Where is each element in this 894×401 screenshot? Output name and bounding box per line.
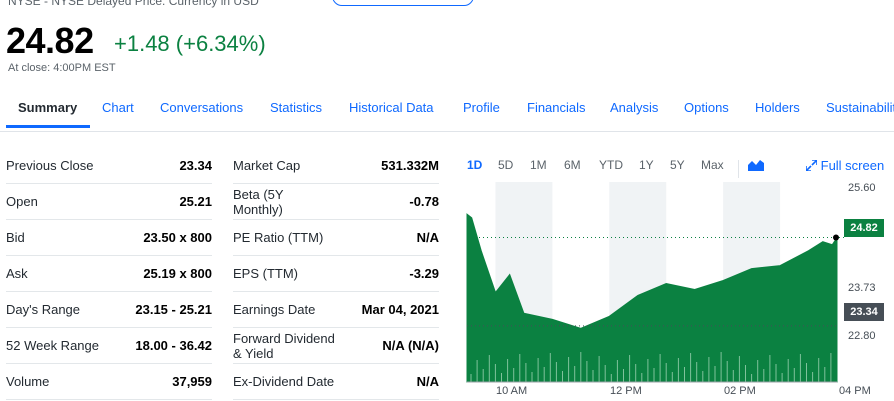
current-price-tag: 24.82 — [844, 219, 884, 237]
stat-value: N/A — [416, 374, 439, 389]
stat-label: Ex-Dividend Date — [233, 374, 335, 389]
stat-label: Forward Dividend & Yield — [233, 330, 335, 361]
x-tick-label: 10 AM — [496, 385, 528, 397]
stat-row-market-cap: Market Cap 531.332M — [233, 148, 439, 184]
stat-value: 23.50 x 800 — [143, 230, 212, 245]
tab-analysis[interactable]: Analysis — [610, 100, 658, 115]
stat-row-ex-dividend-date: Ex-Dividend Date N/A — [233, 364, 439, 400]
stat-value: N/A (N/A) — [382, 338, 439, 353]
x-tick-label: 02 PM — [724, 385, 756, 397]
stat-label: Earnings Date — [233, 302, 316, 317]
stat-value: -0.78 — [409, 194, 439, 209]
tab-historical-data[interactable]: Historical Data — [349, 100, 434, 115]
stat-row-eps: EPS (TTM) -3.29 — [233, 256, 439, 292]
stat-row-earnings-date: Earnings Date Mar 04, 2021 — [233, 292, 439, 328]
tab-statistics[interactable]: Statistics — [270, 100, 322, 115]
stat-value: N/A — [416, 230, 439, 245]
price-chart-panel: 1D 5D 1M 6M YTD 1Y 5Y Max Full screen 25… — [464, 152, 894, 401]
stat-row-bid: Bid 23.50 x 800 — [6, 220, 212, 256]
stat-label: Volume — [6, 374, 50, 389]
active-tab-indicator — [6, 125, 90, 128]
price-change: +1.48 (+6.34%) — [114, 31, 266, 56]
stat-row-forward-dividend: Forward Dividend & Yield N/A (N/A) — [233, 328, 439, 364]
exchange-note: NYSE - NYSE Delayed Price. Currency in U… — [8, 0, 259, 8]
stat-value: 23.34 — [179, 158, 212, 173]
stat-label: Market Cap — [233, 158, 301, 173]
stat-label: Beta (5Y Monthly) — [233, 186, 284, 217]
stat-label: Previous Close — [6, 158, 94, 173]
tab-chart[interactable]: Chart — [102, 100, 134, 115]
current-price-marker — [833, 234, 839, 241]
quote-nav-tabs: Summary Chart Conversations Statistics H… — [0, 96, 894, 132]
stat-row-pe-ratio: PE Ratio (TTM) N/A — [233, 220, 439, 256]
intraday-price-chart — [466, 182, 846, 383]
stat-row-ask: Ask 25.19 x 800 — [6, 256, 212, 292]
stat-value: 25.19 x 800 — [143, 266, 212, 281]
stock-price: 24.82 — [6, 20, 94, 61]
stat-row-beta: Beta (5Y Monthly) -0.78 — [233, 184, 439, 220]
stats-table-right: Market Cap 531.332M Beta (5Y Monthly) -0.7… — [233, 148, 439, 400]
stat-row-days-range: Day's Range 23.15 - 25.21 — [6, 292, 212, 328]
stat-value: 18.00 - 36.42 — [135, 338, 212, 353]
tab-options[interactable]: Options — [684, 100, 729, 115]
stat-value: 23.15 - 25.21 — [135, 302, 212, 317]
y-tick-label: 25.60 — [848, 182, 876, 194]
stat-row-52-week-range: 52 Week Range 18.00 - 36.42 — [6, 328, 212, 364]
stat-label: Open — [6, 194, 38, 209]
tab-holders[interactable]: Holders — [755, 100, 800, 115]
tab-summary[interactable]: Summary — [18, 100, 77, 115]
tab-profile[interactable]: Profile — [463, 100, 500, 115]
stat-label: Bid — [6, 230, 25, 245]
stat-row-open: Open 25.21 — [6, 184, 212, 220]
y-tick-label: 23.73 — [848, 282, 876, 294]
close-time-note: At close: 4:00PM EST — [8, 62, 116, 74]
stat-row-previous-close: Previous Close 23.34 — [6, 148, 212, 184]
y-tick-label: 22.80 — [848, 330, 876, 342]
x-tick-label: 04 PM — [839, 385, 871, 397]
tab-financials[interactable]: Financials — [527, 100, 586, 115]
stat-label: Day's Range — [6, 302, 81, 317]
tab-conversations[interactable]: Conversations — [160, 100, 243, 115]
stat-value: -3.29 — [409, 266, 439, 281]
stat-label: EPS (TTM) — [233, 266, 298, 281]
stat-value: 25.21 — [179, 194, 212, 209]
stat-value: Mar 04, 2021 — [361, 302, 439, 317]
stat-value: 37,959 — [172, 374, 212, 389]
stat-label: Ask — [6, 266, 28, 281]
stat-label: PE Ratio (TTM) — [233, 230, 324, 245]
stats-table-left: Previous Close 23.34 Open 25.21 Bid 23.50 x… — [6, 148, 212, 400]
previous-close-tag: 23.34 — [844, 303, 884, 321]
stat-label: 52 Week Range — [6, 338, 99, 353]
x-tick-label: 12 PM — [610, 385, 642, 397]
follow-button[interactable] — [332, 0, 474, 6]
stat-row-volume: Volume 37,959 — [6, 364, 212, 400]
tab-sustainability[interactable]: Sustainability — [826, 100, 894, 115]
stat-value: 531.332M — [381, 158, 439, 173]
